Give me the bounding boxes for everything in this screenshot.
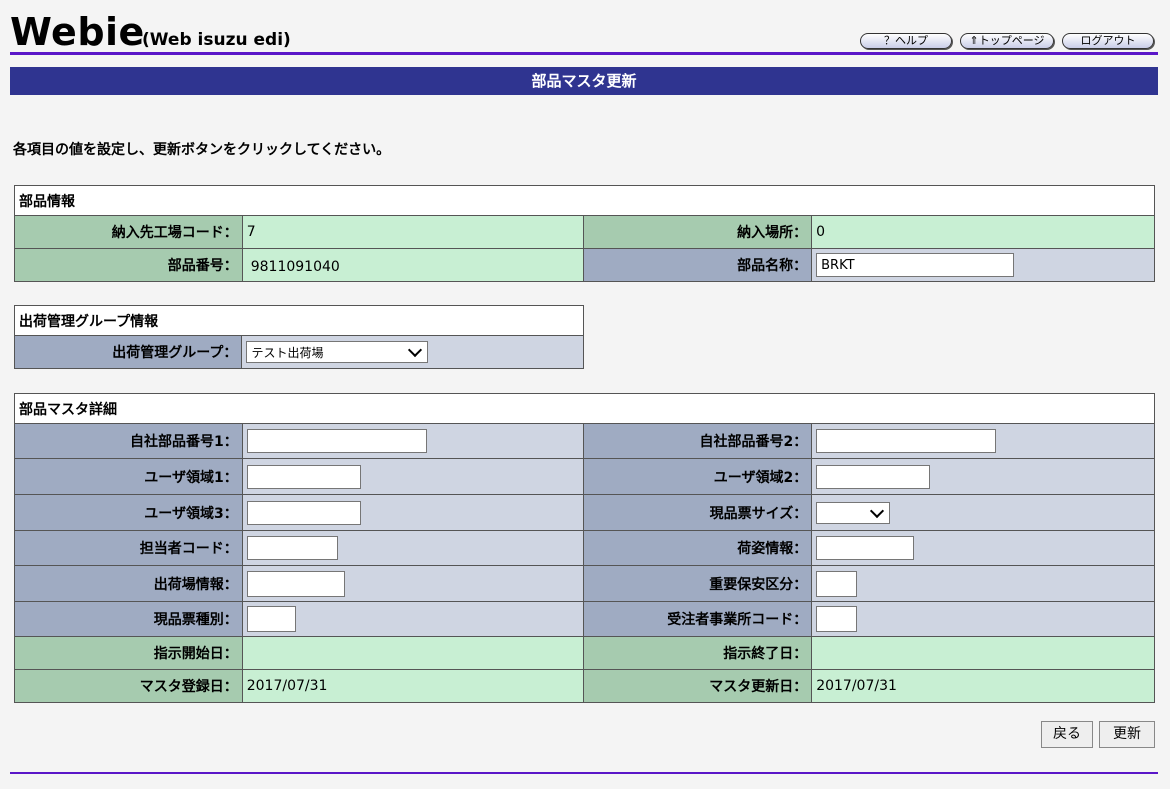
user-area2-label: ユーザ領域2： bbox=[583, 458, 813, 495]
security-class-label: 重要保安区分： bbox=[583, 565, 813, 602]
update-button[interactable]: 更新 bbox=[1099, 721, 1155, 748]
ticket-size-select[interactable] bbox=[816, 501, 891, 524]
user-area1-input[interactable] bbox=[246, 464, 361, 489]
shipping-group-selected: テスト出荷場 bbox=[251, 345, 324, 360]
own-part-no1-label: 自社部品番号1： bbox=[14, 423, 243, 459]
ticket-type-cell bbox=[241, 601, 585, 637]
back-button[interactable]: 戻る bbox=[1041, 721, 1093, 748]
shipping-group-label: 出荷管理グループ： bbox=[13, 335, 243, 369]
office-code-cell bbox=[811, 601, 1155, 637]
own-part-no2-input[interactable] bbox=[816, 429, 997, 453]
delivery-place-label: 納入場所： bbox=[583, 215, 813, 249]
start-date-value bbox=[241, 636, 585, 670]
own-part-no2-label: 自社部品番号2： bbox=[583, 423, 813, 459]
user-area2-input[interactable] bbox=[816, 464, 931, 489]
instruction-text: 各項目の値を設定し、更新ボタンをクリックしてください。 bbox=[13, 142, 391, 158]
security-class-cell bbox=[811, 565, 1155, 602]
ship-place-info-cell bbox=[241, 565, 585, 602]
ship-place-info-label: 出荷場情報： bbox=[14, 565, 243, 602]
start-date-label: 指示開始日： bbox=[14, 636, 243, 670]
ticket-type-label: 現品票種別： bbox=[14, 601, 243, 637]
own-part-no1-cell bbox=[241, 423, 585, 459]
header-divider bbox=[10, 52, 1158, 55]
page-title: 部品マスタ更新 bbox=[10, 67, 1158, 95]
header: Webie (Web isuzu edi) ？ヘルプ ⇑トップページ ログアウト bbox=[10, 8, 1158, 54]
ship-place-info-input[interactable] bbox=[246, 570, 345, 597]
shipping-group-select[interactable]: テスト出荷場 bbox=[246, 341, 429, 363]
shipping-group-table: 出荷管理グループ情報 出荷管理グループ： テスト出荷場 bbox=[13, 305, 584, 369]
user-area3-cell bbox=[241, 494, 585, 531]
shipping-group-cell: テスト出荷場 bbox=[241, 335, 584, 369]
part-name-label: 部品名称： bbox=[583, 248, 813, 282]
top-page-button[interactable]: ⇑トップページ bbox=[960, 33, 1054, 49]
packing-info-cell bbox=[811, 530, 1155, 566]
logout-button[interactable]: ログアウト bbox=[1062, 33, 1154, 49]
footer-divider bbox=[10, 772, 1158, 774]
packing-info-input[interactable] bbox=[816, 536, 915, 560]
security-class-input[interactable] bbox=[816, 570, 858, 597]
reg-date-value: 2017/07/31 bbox=[241, 669, 585, 703]
app-logo: Webie bbox=[10, 10, 145, 54]
help-button[interactable]: ？ヘルプ bbox=[860, 33, 952, 49]
user-area2-cell bbox=[811, 458, 1155, 495]
app-logo-subtitle: (Web isuzu edi) bbox=[142, 30, 291, 50]
part-name-input[interactable] bbox=[816, 253, 1015, 277]
office-code-input[interactable] bbox=[816, 606, 858, 632]
own-part-no1-input[interactable] bbox=[246, 429, 427, 453]
user-area1-cell bbox=[241, 458, 585, 495]
person-code-label: 担当者コード： bbox=[14, 530, 243, 566]
end-date-label: 指示終了日： bbox=[583, 636, 813, 670]
reg-date-label: マスタ登録日： bbox=[14, 669, 243, 703]
part-name-cell bbox=[811, 248, 1155, 282]
packing-info-label: 荷姿情報： bbox=[583, 530, 813, 566]
user-area1-label: ユーザ領域1： bbox=[14, 458, 243, 495]
chevron-down-icon bbox=[870, 503, 885, 518]
part-details-table: 部品マスタ詳細 自社部品番号1： 自社部品番号2： ユーザ領域1： ユーザ領域2… bbox=[14, 393, 1155, 703]
ticket-size-label: 現品票サイズ： bbox=[583, 494, 813, 531]
parts-info-heading: 部品情報 bbox=[14, 185, 1155, 216]
ticket-size-cell bbox=[811, 494, 1155, 531]
own-part-no2-cell bbox=[811, 423, 1155, 459]
part-number-value: 9811091040 bbox=[241, 248, 585, 282]
upd-date-value: 2017/07/31 bbox=[811, 669, 1155, 703]
delivery-place-value: 0 bbox=[811, 215, 1155, 249]
header-buttons: ？ヘルプ ⇑トップページ ログアウト bbox=[860, 33, 1154, 49]
part-details-heading: 部品マスタ詳細 bbox=[14, 393, 1155, 424]
shipping-group-heading: 出荷管理グループ情報 bbox=[14, 305, 584, 336]
user-area3-label: ユーザ領域3： bbox=[14, 494, 243, 531]
user-area3-input[interactable] bbox=[246, 500, 361, 525]
upd-date-label: マスタ更新日： bbox=[583, 669, 813, 703]
chevron-down-icon bbox=[408, 342, 423, 358]
office-code-label: 受注者事業所コード： bbox=[583, 601, 813, 637]
factory-code-value: 7 bbox=[241, 215, 585, 249]
parts-info-table: 部品情報 納入先工場コード： 7 納入場所： 0 部品番号： 981109104… bbox=[14, 185, 1155, 282]
end-date-value bbox=[811, 636, 1155, 670]
person-code-input[interactable] bbox=[246, 536, 338, 560]
part-number-label: 部品番号： bbox=[14, 248, 243, 282]
ticket-type-input[interactable] bbox=[246, 606, 296, 632]
factory-code-label: 納入先工場コード： bbox=[14, 215, 243, 249]
person-code-cell bbox=[241, 530, 585, 566]
